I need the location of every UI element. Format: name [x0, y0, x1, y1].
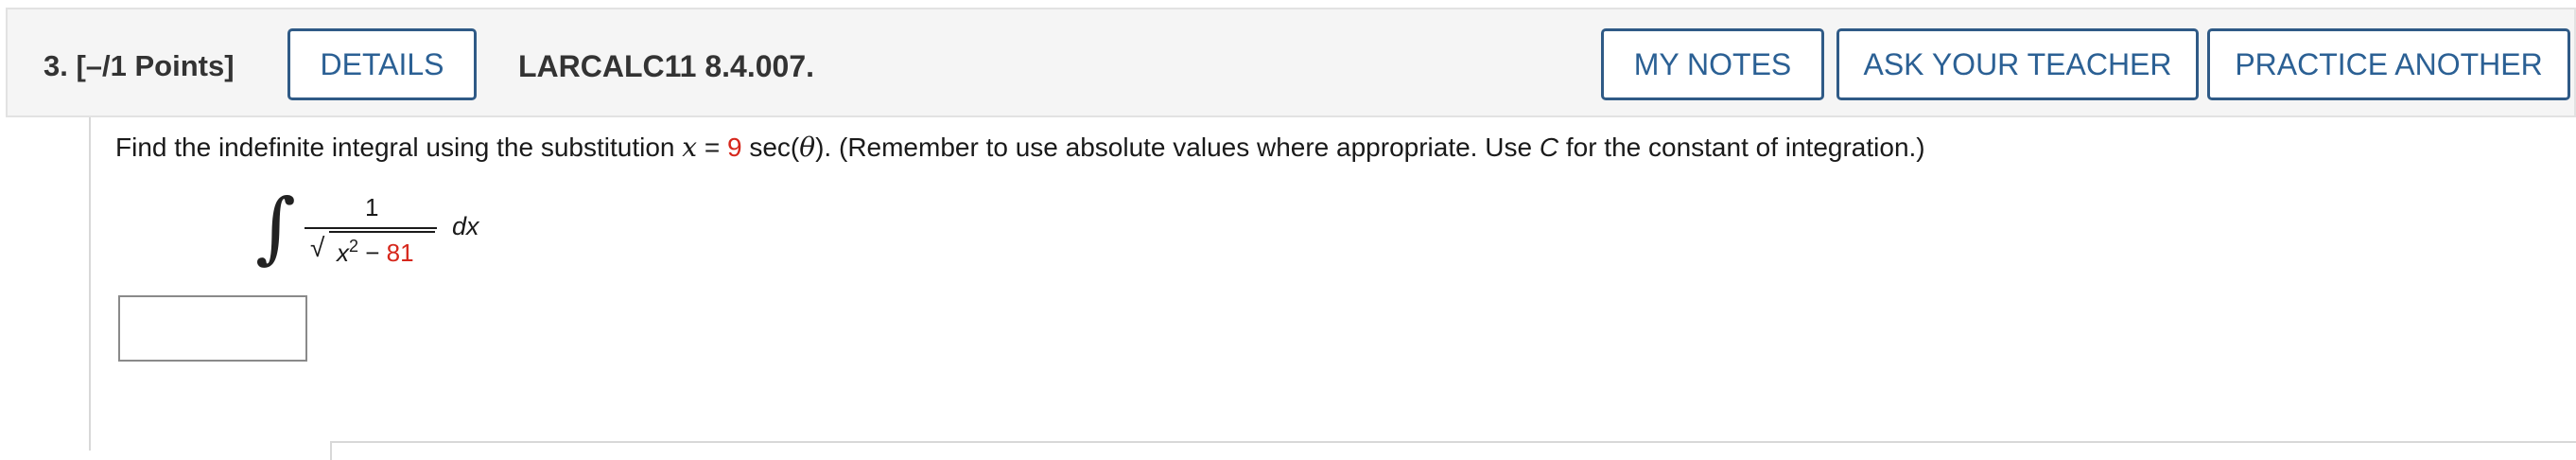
ask-your-teacher-button[interactable]: ASK YOUR TEACHER	[1836, 28, 2199, 100]
next-section-box	[330, 441, 2576, 460]
theta-symbol: θ	[799, 132, 816, 163]
details-button[interactable]: DETAILS	[287, 28, 477, 100]
integral-expression: ∫ 1 √ x2 − 81 dx	[255, 186, 539, 280]
integral-denominator: x2 − 81	[337, 237, 414, 268]
differential-dx: dx	[452, 212, 479, 240]
fraction-bar	[305, 227, 437, 229]
equals-sign: =	[697, 133, 727, 162]
question-header: 3. [–/1 Points] DETAILS LARCALC11 8.4.00…	[6, 8, 2576, 117]
question-text: Find the indefinite integral using the s…	[115, 132, 1925, 163]
denominator-exponent: 2	[349, 237, 359, 256]
practice-another-button[interactable]: PRACTICE ANOTHER	[2207, 28, 2570, 100]
variable-c: C	[1539, 133, 1559, 162]
sec-text: sec(	[741, 133, 800, 162]
question-text-end: for the constant of integration.)	[1558, 133, 1925, 162]
left-divider	[89, 117, 91, 451]
square-root-symbol: √	[310, 233, 325, 262]
integral-numerator: 1	[365, 193, 379, 221]
square-root-vinculum	[329, 231, 435, 233]
question-text-start: Find the indefinite integral using the s…	[115, 133, 683, 162]
denominator-minus: −	[358, 239, 387, 267]
answer-input[interactable]	[118, 295, 307, 362]
denominator-variable: x	[337, 239, 349, 267]
my-notes-button[interactable]: MY NOTES	[1601, 28, 1824, 100]
question-text-middle: ). (Remember to use absolute values wher…	[815, 133, 1540, 162]
denominator-constant: 81	[386, 239, 414, 267]
problem-code: LARCALC11 8.4.007.	[518, 49, 815, 83]
integral-sign: ∫	[255, 183, 296, 273]
substitution-coefficient: 9	[726, 133, 742, 162]
variable-x: x	[682, 132, 698, 163]
question-points-label: 3. [–/1 Points]	[44, 49, 235, 82]
